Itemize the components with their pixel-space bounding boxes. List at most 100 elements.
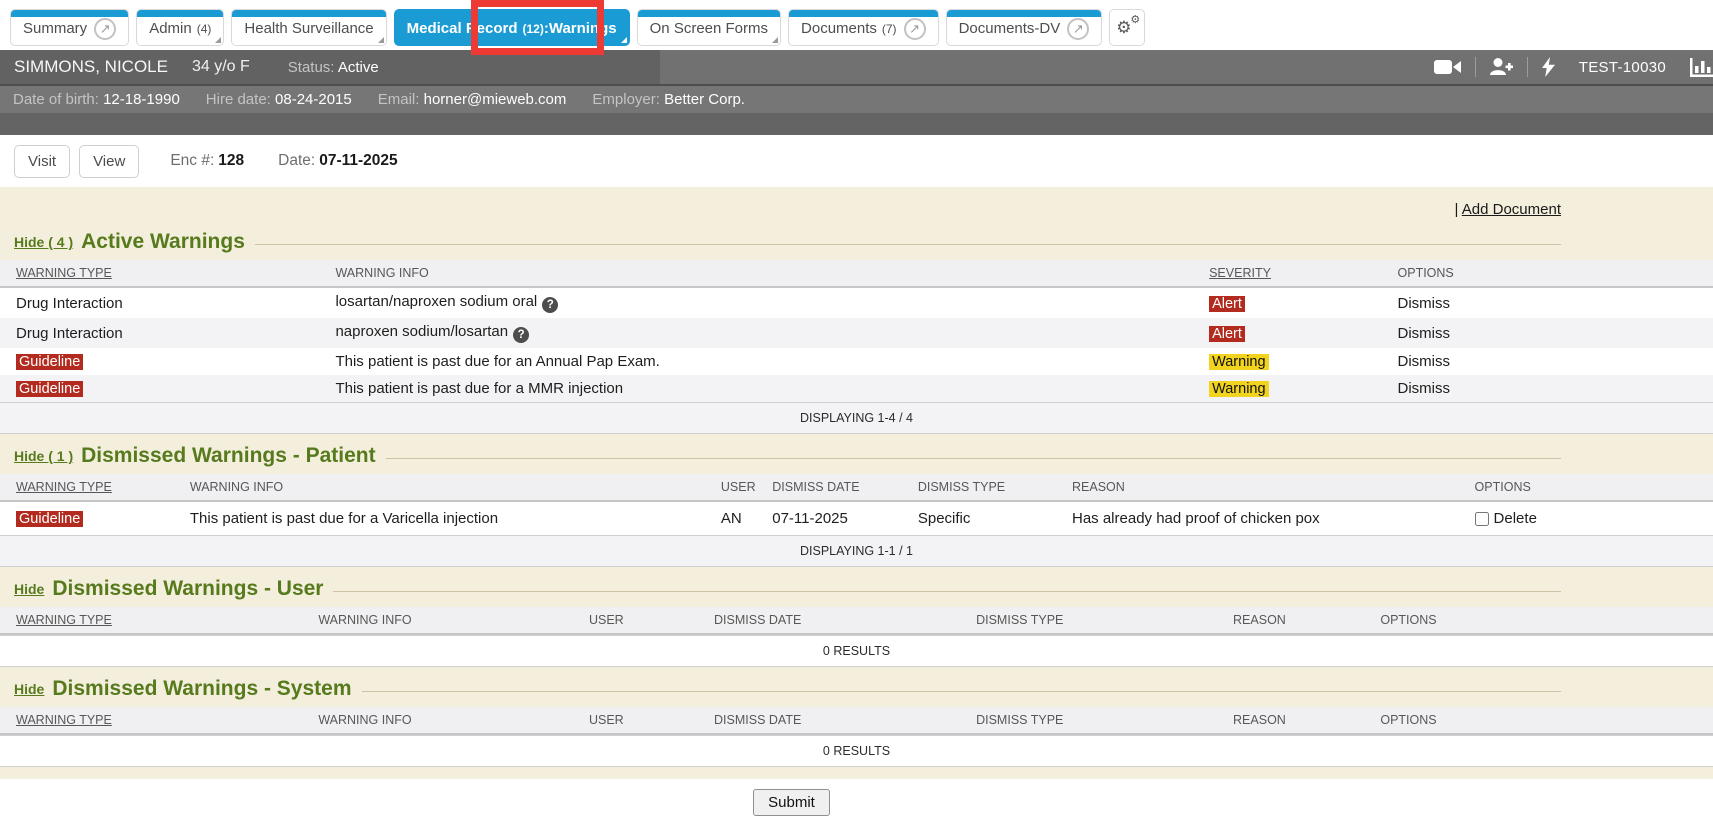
settings-button[interactable]: ⚙ ⚙	[1109, 9, 1145, 46]
person-add-icon[interactable]	[1490, 58, 1513, 76]
dismiss-link[interactable]: Dismiss	[1398, 353, 1451, 370]
date-value: 07-11-2025	[319, 152, 397, 169]
hire-date-label: Hire date:	[206, 91, 271, 108]
tab-health-surveillance[interactable]: Health Surveillance	[231, 9, 386, 46]
dismissed-system-table: WARNING TYPE WARNING INFO USER DISMISS D…	[0, 707, 1713, 767]
video-camera-icon[interactable]	[1434, 59, 1461, 75]
dismiss-date-cell: 07-11-2025	[762, 505, 908, 532]
column-warning-type[interactable]: WARNING TYPE	[16, 266, 112, 280]
table-row: Guideline This patient is past due for a…	[0, 348, 1713, 375]
warning-info-cell: naproxen sodium/losartan	[335, 323, 508, 340]
tab-count: (12)	[523, 22, 544, 36]
section-active-warnings-header: Hide ( 4 ) Active Warnings	[0, 230, 1713, 254]
tab-medical-record-warnings[interactable]: Medical Record (12) :Warnings	[394, 9, 630, 46]
hide-patient-link[interactable]: Hide ( 1 )	[14, 448, 73, 464]
column-severity[interactable]: SEVERITY	[1209, 266, 1271, 280]
tab-label: Summary	[23, 20, 87, 37]
section-dismissed-system-header: Hide Dismissed Warnings - System	[0, 677, 1713, 701]
bar-chart-icon[interactable]	[1690, 58, 1713, 77]
table-header: WARNING TYPE WARNING INFO USER DISMISS D…	[0, 707, 1713, 735]
column-dismiss-type: DISMISS TYPE	[976, 713, 1063, 727]
external-link-icon[interactable]: ↗	[904, 18, 926, 40]
tab-admin[interactable]: Admin (4)	[136, 9, 224, 46]
tab-suffix: :Warnings	[544, 20, 617, 37]
lightning-bolt-icon[interactable]	[1542, 57, 1555, 77]
email-label: Email:	[378, 91, 420, 108]
tab-bar: Summary ↗ Admin (4) Health Surveillance …	[0, 0, 1713, 50]
table-empty-state: 0 RESULTS	[0, 735, 1713, 767]
column-warning-info: WARNING INFO	[318, 713, 411, 727]
add-document-row: | Add Document	[0, 195, 1713, 220]
dob-label: Date of birth:	[13, 91, 99, 108]
table-header: WARNING TYPE WARNING INFO USER DISMISS D…	[0, 607, 1713, 635]
tab-count: (4)	[197, 22, 212, 36]
tab-documents-dv[interactable]: Documents-DV ↗	[946, 9, 1103, 46]
employer-value: Better Corp.	[664, 91, 745, 108]
column-warning-type[interactable]: WARNING TYPE	[16, 480, 112, 494]
user-cell: AN	[711, 505, 762, 532]
column-reason: REASON	[1233, 713, 1286, 727]
section-dismissed-user-header: Hide Dismissed Warnings - User	[0, 577, 1713, 601]
column-user: USER	[589, 713, 624, 727]
column-reason: REASON	[1072, 480, 1125, 494]
section-dismissed-patient-header: Hide ( 1 ) Dismissed Warnings - Patient	[0, 444, 1713, 468]
patient-status: Status: Active	[288, 59, 379, 76]
dismissed-user-table: WARNING TYPE WARNING INFO USER DISMISS D…	[0, 607, 1713, 667]
divider	[255, 244, 1561, 245]
chevron-corner-icon	[378, 37, 384, 43]
reason-cell: Has already had proof of chicken pox	[1062, 505, 1465, 532]
section-title: Dismissed Warnings - User	[52, 577, 323, 601]
delete-checkbox[interactable]	[1475, 512, 1489, 526]
tab-label: Health Surveillance	[244, 20, 373, 37]
dismiss-link[interactable]: Dismiss	[1398, 295, 1451, 312]
tab-on-screen-forms[interactable]: On Screen Forms	[637, 9, 781, 46]
hide-user-link[interactable]: Hide	[14, 581, 44, 597]
hide-active-link[interactable]: Hide ( 4 )	[14, 234, 73, 250]
tab-documents[interactable]: Documents (7) ↗	[788, 9, 939, 46]
employer-label: Employer:	[592, 91, 660, 108]
enc-label: Enc #:	[170, 152, 214, 169]
tab-summary[interactable]: Summary ↗	[10, 9, 129, 46]
column-reason: REASON	[1233, 613, 1286, 627]
table-pagination: DISPLAYING 1-1 / 1	[0, 535, 1713, 567]
column-dismiss-date: DISMISS DATE	[714, 613, 801, 627]
patient-name: SIMMONS, NICOLE	[14, 57, 168, 77]
tab-label: On Screen Forms	[650, 20, 768, 37]
warning-type-badge: Guideline	[16, 381, 83, 397]
submit-button[interactable]: Submit	[753, 789, 830, 816]
severity-badge: Warning	[1209, 381, 1268, 397]
table-empty-state: 0 RESULTS	[0, 635, 1713, 667]
divider	[1527, 57, 1528, 77]
help-icon[interactable]: ?	[513, 327, 529, 343]
chevron-corner-icon	[621, 37, 627, 43]
add-document-link[interactable]: Add Document	[1462, 201, 1561, 218]
divider	[1475, 57, 1476, 77]
hide-system-link[interactable]: Hide	[14, 681, 44, 697]
visit-button[interactable]: Visit	[14, 145, 70, 178]
patient-name-block: SIMMONS, NICOLE 34 y/o F Status: Active	[0, 50, 660, 84]
column-warning-type[interactable]: WARNING TYPE	[16, 713, 112, 727]
external-link-icon[interactable]: ↗	[94, 18, 116, 40]
column-warning-type[interactable]: WARNING TYPE	[16, 613, 112, 627]
gear-icon: ⚙	[1130, 13, 1140, 26]
divider	[333, 591, 1561, 592]
column-options: OPTIONS	[1398, 266, 1454, 280]
dismiss-link[interactable]: Dismiss	[1398, 380, 1451, 397]
dismiss-link[interactable]: Dismiss	[1398, 325, 1451, 342]
external-link-icon[interactable]: ↗	[1067, 18, 1089, 40]
view-button[interactable]: View	[79, 145, 139, 178]
warning-type-cell: Drug Interaction	[0, 290, 325, 317]
active-warnings-table: WARNING TYPE WARNING INFO SEVERITY OPTIO…	[0, 260, 1713, 434]
table-row: Drug Interaction naproxen sodium/losarta…	[0, 318, 1713, 348]
help-icon[interactable]: ?	[542, 297, 558, 313]
column-dismiss-type: DISMISS TYPE	[918, 480, 1005, 494]
warning-info-cell: This patient is past due for an Annual P…	[335, 353, 659, 370]
column-user: USER	[589, 613, 624, 627]
tab-label: Medical Record	[407, 20, 518, 37]
email-field: Email: horner@mieweb.com	[378, 91, 567, 108]
table-row: Guideline This patient is past due for a…	[0, 375, 1713, 402]
gear-icon: ⚙	[1116, 18, 1131, 38]
table-pagination: DISPLAYING 1-4 / 4	[0, 402, 1713, 434]
status-value: Active	[338, 59, 379, 76]
hire-date-value: 08-24-2015	[275, 91, 352, 108]
